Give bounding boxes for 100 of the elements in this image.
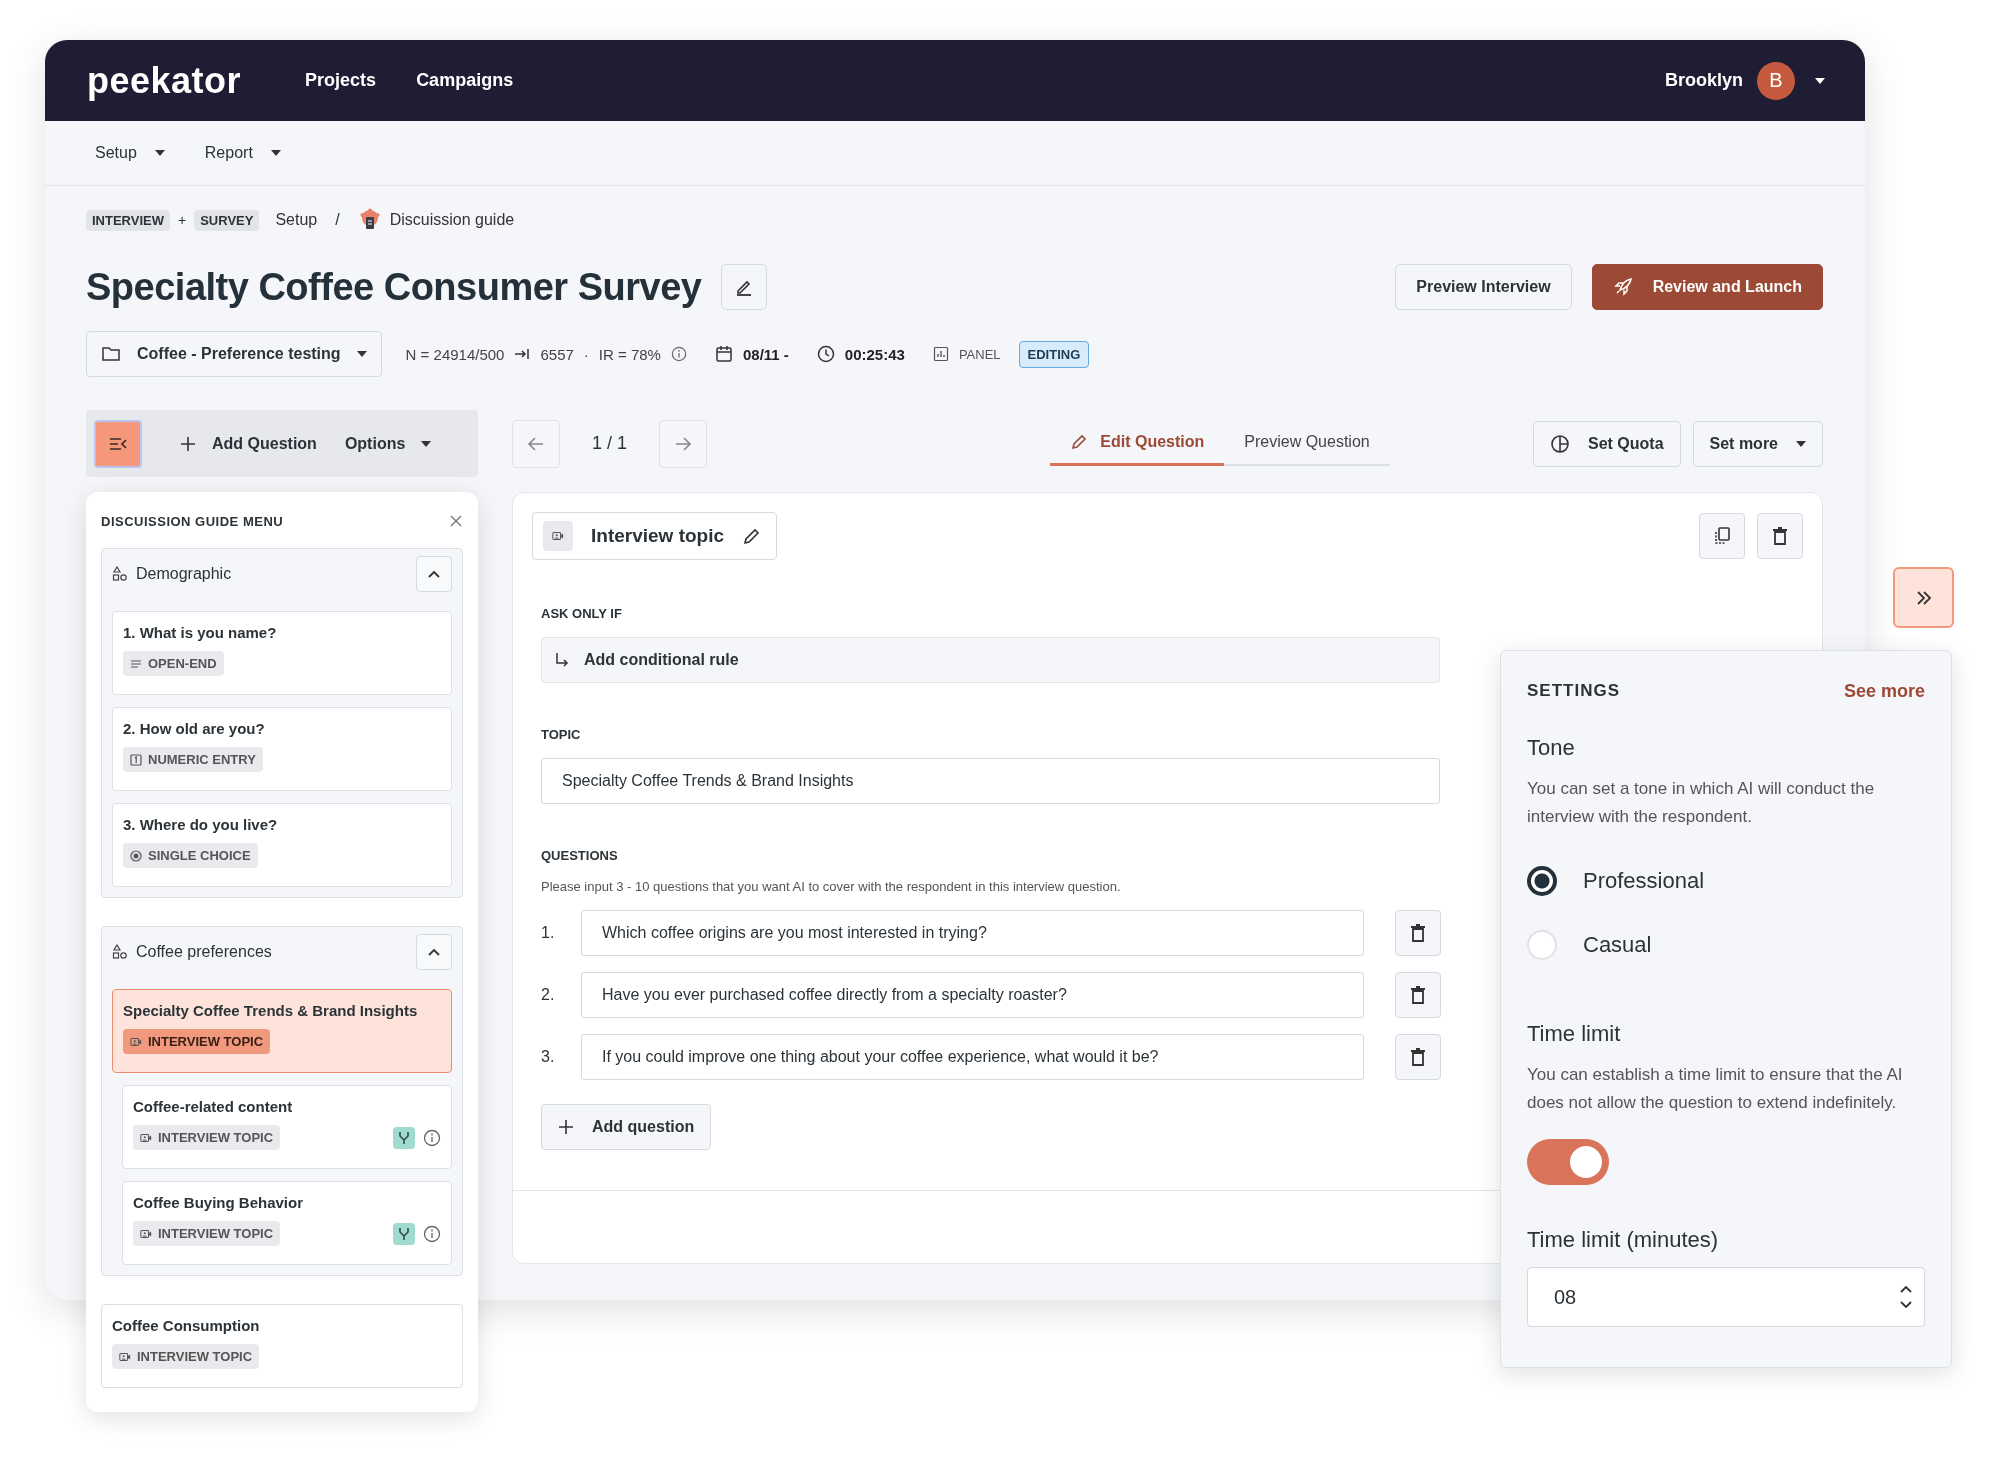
trash-icon [1770, 526, 1790, 546]
question-item[interactable]: Coffee-related content INTERVIEW TOPIC [122, 1085, 452, 1169]
question-field[interactable]: Have you ever purchased coffee directly from a specialty roaster? [581, 972, 1364, 1018]
add-question-button[interactable]: Add Question [168, 426, 329, 461]
toggle-switch[interactable] [1527, 1139, 1609, 1185]
preview-button[interactable]: Preview Interview [1395, 264, 1572, 310]
trash-icon [1408, 1047, 1428, 1067]
date-range: 08/11 - [742, 345, 789, 363]
completes-count: 6557 [540, 345, 574, 363]
set-quota-button[interactable]: Set Quota [1533, 420, 1681, 467]
section-label: QUESTIONS [541, 848, 618, 863]
question-title: 3. Where do you live? [123, 816, 279, 833]
options-dropdown[interactable]: Options [332, 426, 444, 461]
trash-icon [1408, 985, 1428, 1005]
radio-label: Professional [1583, 868, 1705, 894]
question-type: Interview topic [591, 525, 725, 547]
delete-button[interactable] [1395, 972, 1441, 1018]
arrow-left-icon [527, 434, 545, 453]
panel-label: PANEL [958, 346, 1001, 362]
breadcrumb-separator: / [335, 211, 340, 229]
nav-link[interactable]: Projects [305, 70, 377, 91]
question-field[interactable]: If you could improve one thing about your coffee experience, what would it be? [581, 1034, 1364, 1080]
close-icon[interactable] [449, 514, 463, 528]
calendar-icon [714, 345, 733, 363]
add-question-button[interactable]: Add question [541, 1104, 712, 1150]
topic-field[interactable]: Specialty Coffee Trends & Brand Insights [541, 758, 1440, 804]
folder-icon [101, 344, 121, 364]
question-title: 1. What is you name? [123, 624, 278, 641]
collapse-button[interactable] [416, 934, 452, 970]
caret-icon [356, 351, 367, 357]
edit-button[interactable] [721, 264, 768, 310]
radio-icon [130, 849, 142, 862]
incidence-rate: IR = 78% [598, 345, 661, 363]
question-item[interactable]: Specialty Coffee Trends & Brand Insights INTERVIEW TOPIC [112, 989, 452, 1073]
tag-label: INTERVIEW TOPIC [148, 1034, 264, 1049]
type-tag: SURVEY [194, 209, 260, 231]
menu-dropdown[interactable]: Setup [95, 138, 165, 168]
question-item[interactable]: Coffee Consumption INTERVIEW TOPIC [101, 1304, 463, 1388]
question-field[interactable]: Which coffee origins are you most interested in trying? [581, 910, 1364, 956]
tag-label: INTERVIEW TOPIC [137, 1349, 253, 1364]
question-item[interactable]: 3. Where do you live? SINGLE CHOICE [112, 803, 452, 887]
delete-button[interactable] [1395, 910, 1441, 956]
section-name: Coffee preferences [136, 943, 273, 961]
chart-icon [932, 346, 949, 362]
tag-label: OPEN-END [148, 656, 217, 671]
menu-toggle-button[interactable] [94, 419, 142, 468]
arrow-to-bar-icon [514, 346, 531, 362]
menu-dropdown[interactable]: Report [204, 138, 281, 168]
caret-icon [154, 150, 165, 156]
collapse-button[interactable] [416, 556, 452, 592]
project-dropdown[interactable]: Coffee - Preference testing [86, 331, 382, 377]
branch-icon [393, 1126, 415, 1149]
question-item[interactable]: Coffee Buying Behavior INTERVIEW TOPIC [122, 1181, 452, 1265]
logo[interactable]: peekator [87, 59, 242, 102]
delete-button[interactable] [1757, 513, 1803, 559]
duplicate-button[interactable] [1699, 513, 1745, 559]
sample-size: N = 24914/500 [405, 345, 505, 363]
shapes-icon [112, 566, 128, 582]
setting-heading: Time limit [1527, 1021, 1622, 1047]
question-title: Coffee Buying Behavior [133, 1194, 305, 1211]
menu-title: DISCUISSION GUIDE MENU [101, 513, 284, 529]
tag-label: INTERVIEW TOPIC [158, 1226, 274, 1241]
video-card-icon [130, 1035, 142, 1048]
avatar[interactable]: B [1757, 61, 1795, 100]
section-label: TOPIC [541, 727, 581, 742]
numeric-icon [130, 753, 142, 766]
caret-icon [421, 440, 432, 447]
question-item[interactable]: 2. How old are you? NUMERIC ENTRY [112, 707, 452, 791]
set-more-dropdown[interactable]: Set more [1692, 420, 1823, 467]
stepper-icon[interactable] [1899, 1284, 1913, 1310]
question-number: 3. [541, 1048, 556, 1066]
shapes-icon [112, 944, 128, 960]
settings-title: SETTINGS [1527, 681, 1620, 701]
add-rule-button[interactable]: Add conditional rule [541, 637, 1440, 683]
caret-icon[interactable] [1815, 77, 1825, 84]
tag-label: INTERVIEW TOPIC [158, 1130, 274, 1145]
nav-link[interactable]: Campaigns [416, 70, 514, 91]
question-title: 2. How old are you? [123, 720, 266, 737]
tab[interactable]: Preview Question [1224, 421, 1390, 466]
type-tag: INTERVIEW [86, 209, 170, 231]
plus-icon [558, 1119, 574, 1135]
plus-sign: + [178, 212, 187, 228]
delete-button[interactable] [1395, 1034, 1441, 1080]
radio-button[interactable] [1527, 866, 1557, 896]
duration: 00:25:43 [844, 345, 905, 363]
minutes-field[interactable]: 08 [1527, 1267, 1925, 1327]
info-icon [423, 1224, 441, 1243]
question-number: 2. [541, 986, 556, 1004]
user-name[interactable]: Brooklyn [1665, 70, 1743, 91]
question-title: Coffee-related content [133, 1098, 294, 1115]
info-icon [670, 346, 687, 362]
breadcrumb-link[interactable]: Setup [275, 211, 318, 229]
question-item[interactable]: 1. What is you name? OPEN-END [112, 611, 452, 695]
status-badge: EDITING [1018, 340, 1090, 368]
lines-icon [130, 657, 142, 670]
plus-icon [180, 435, 196, 452]
launch-button[interactable]: Review and Launch [1591, 264, 1823, 310]
see-more-link[interactable]: See more [1843, 680, 1925, 702]
tab[interactable]: Edit Question [1050, 421, 1225, 466]
radio-label: Casual [1583, 932, 1652, 958]
